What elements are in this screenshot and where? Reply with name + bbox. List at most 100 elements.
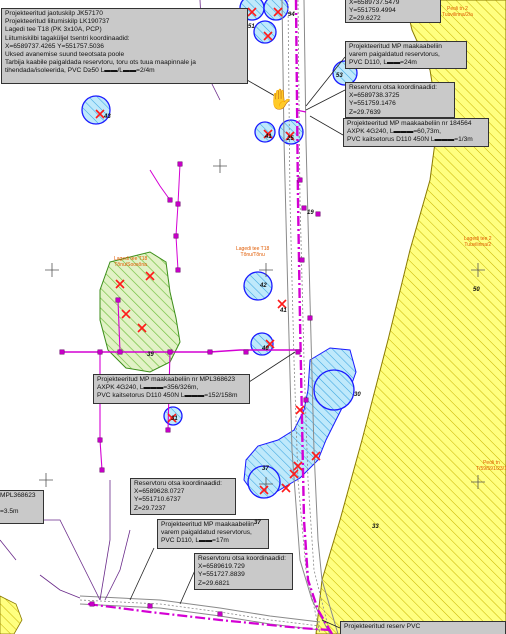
parcel-number: 42 [260, 283, 267, 289]
cable-node [301, 205, 307, 211]
parcel-number: 50 [473, 287, 480, 293]
cable-node [315, 211, 321, 217]
callout-line: Projekteeritud jaotuskilp JK57170 [5, 10, 103, 17]
callout-line: varem paigaldatud reservtorus, [161, 529, 252, 537]
callout-line: X=6589737.5479 [349, 0, 400, 6]
callout-line: Reservtoru otsa koordinaadid: [198, 555, 286, 562]
cable-node [97, 349, 103, 355]
callout-reserve-end-3[interactable]: Reservtoru otsa koordinaadid: X=6589619.7… [194, 553, 293, 590]
callout-line: Projekteeritud reserv PVC [344, 623, 421, 630]
callout-line: tihendada/isoleerida, PVC D≥50 L▬▬/L▬▬=2… [5, 67, 155, 75]
parcel-number: 37 [254, 520, 261, 526]
road-label: Peoli tn 2 Tuuvilinna/2/a [442, 6, 473, 18]
callout-main[interactable]: Projekteeritud jaotuskilp JK57170 Projekt… [1, 8, 248, 84]
road-label: Lagedi tee 2 Tuuvilinna/2 [464, 236, 492, 248]
cable-node [207, 349, 213, 355]
cable-node [243, 349, 249, 355]
callout-line: Projekteeritud MP maakaabeliin [349, 43, 442, 50]
cable-node [165, 427, 171, 433]
road-label: Peoli tn T/59/591/23/1 [476, 460, 506, 472]
road-label-line: Tõnu/Soosõna [114, 262, 147, 268]
road-label: Lagedi tee T18 Tõnu/Tõnu [236, 246, 269, 258]
cable-node [177, 161, 183, 167]
parcel-number: 43 [104, 114, 111, 120]
callout-cable-mpl368623[interactable]: Projekteeritud MP maakaabeliin nr MPL368… [93, 374, 250, 404]
parcel-number: 40 [262, 346, 269, 352]
callout-line [0, 500, 40, 508]
callout-left-edge[interactable]: MPL368623 =3.5m [0, 490, 44, 524]
callout-line: Y=551710.6737 [134, 496, 181, 504]
callout-line: PVC kaitsetorus D110 450N L▬▬▬=152/158m [97, 392, 238, 400]
parcel-number: 39 [147, 352, 154, 358]
callout-reserve-pvc[interactable]: Projekteeritud reserv PVC [340, 621, 506, 634]
callout-line: MPL368623 [0, 492, 36, 499]
cable-node [117, 349, 123, 355]
field-area-corner [0, 595, 23, 634]
callout-reserve-end-1[interactable]: Reservtoru otsa koordinaadid: X=6589738.3… [345, 82, 455, 118]
parcel-number: 53 [336, 73, 343, 79]
road-label-line: Tõnu/Tõnu [240, 252, 265, 258]
road-bottom [79, 595, 321, 631]
road-label-line: Tuuvilinna/2/a [442, 12, 473, 18]
cable-node [167, 349, 173, 355]
callout-line: PVC D110, L▬▬=24m [349, 59, 417, 67]
cable-node [175, 267, 181, 273]
cable-node [89, 601, 95, 607]
cable-node [167, 197, 173, 203]
crosshair-icon [39, 473, 53, 487]
road-label-line: T/59/591/23/1 [476, 466, 506, 472]
callout-reserve-2[interactable]: Projekteeritud MP maakaabeliin varem paig… [157, 519, 269, 549]
callout-line: Z=29.7639 [349, 108, 381, 116]
callout-line: AXPK 4G240, L▬▬▬=356/326m, [97, 384, 199, 392]
callout-line: Z=29.6821 [198, 579, 230, 587]
callout-line: Projekteeritud MP maakaabeliin nr MPL368… [97, 376, 236, 383]
callout-line: Y=551727.8839 [198, 571, 245, 579]
cable-node [299, 257, 305, 263]
road-label: Lagedi tee T18 Tõnu/Soosõna [114, 256, 147, 268]
parcel-number: 94 [288, 12, 295, 18]
callout-reserve-1[interactable]: Projekteeritud MP maakaabeliin varem paig… [345, 41, 467, 69]
cable-node [99, 467, 105, 473]
callout-line: X=6589628.0727 [134, 488, 185, 496]
callout-line: Reservtoru otsa koordinaadid: [349, 84, 437, 91]
crosshair-icon [45, 263, 59, 277]
callout-cable-184564[interactable]: Projekteeritud MP maakaabeliin nr 184564… [343, 118, 489, 147]
callout-line: PVC D110, L▬▬=17m [161, 537, 229, 545]
map-canvas[interactable]: Projekteeritud jaotuskilp JK57170 Projekt… [0, 0, 506, 634]
parcel-number: 37 [262, 466, 269, 472]
parcel-number: 30 [354, 392, 361, 398]
cable-node [173, 233, 179, 239]
red-x-icon [277, 299, 287, 309]
cable-node [303, 397, 309, 403]
cable-node [217, 611, 223, 617]
tree-circle [313, 369, 355, 411]
callout-line: Projekteeritud liitumiskilp LK190737 [5, 18, 110, 26]
cable-node [59, 349, 65, 355]
callout-line: Uksed avanemise suund teeotsata poole [5, 51, 125, 59]
cable-node [175, 201, 181, 207]
parcel-number: 51 [248, 24, 255, 30]
callout-line: =3.5m [0, 508, 19, 516]
callout-top-right-coords[interactable]: X=6589737.5479 Y=551759.4994 Z=29.6272 [345, 0, 441, 23]
cable-node [307, 315, 313, 321]
cable-node [295, 349, 301, 355]
callout-line: PVC kaitsetorus D110 450N L▬▬▬=1/3m [347, 136, 473, 144]
callout-line: Lagedi tee T18 (PK 3x10A, PCP) [5, 26, 102, 34]
parcel-number: 25 [287, 136, 294, 142]
callout-line: Reservtoru otsa koordinaadid: [134, 480, 222, 487]
callout-line: varem paigaldatud reservtorus, [349, 51, 440, 59]
callout-line: Y=551759.4994 [349, 7, 396, 15]
cable-node [297, 177, 303, 183]
callout-line: Projekteeritud MP maakaabeliin [161, 521, 254, 528]
callout-reserve-end-2[interactable]: Reservtoru otsa koordinaadid: X=6589628.0… [130, 478, 236, 515]
callout-line: X=6589619.729 [198, 563, 245, 571]
parcel-number: 31 [171, 416, 178, 422]
cable-node [97, 437, 103, 443]
tree-circle [243, 271, 273, 301]
callout-line: AXPK 4G240, L▬▬▬=60,73m, [347, 128, 442, 136]
parcel-number: 41 [265, 134, 272, 140]
callout-line: Projekteeritud MP maakaabeliin nr 184564 [347, 120, 472, 127]
callout-line: Liitumiskilbi tagaküljel tsentri koordin… [5, 34, 130, 42]
callout-line: Y=551759.1476 [349, 100, 396, 108]
road-label-line: Tuuvilinna/2 [464, 242, 492, 248]
